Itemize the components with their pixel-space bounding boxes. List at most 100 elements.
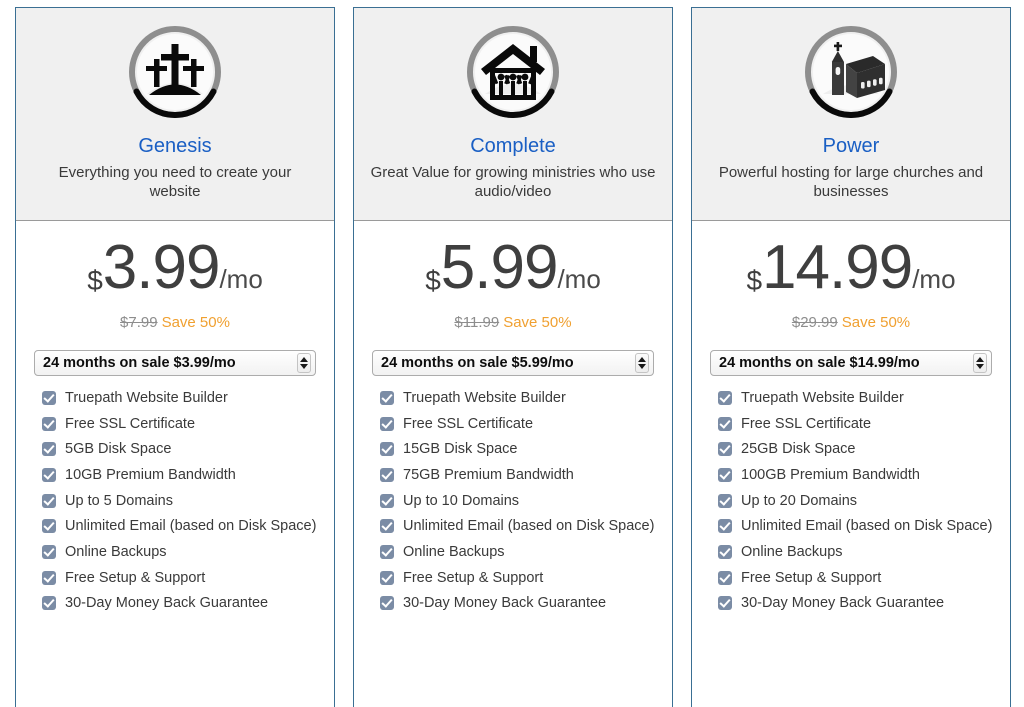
plan-header: Power Powerful hosting for large churches… xyxy=(692,8,1010,221)
select-stepper-icon[interactable] xyxy=(635,353,649,373)
plan-card-genesis: Genesis Everything you need to create you… xyxy=(15,7,335,707)
chevron-up-icon[interactable] xyxy=(638,357,646,362)
checkmark-icon xyxy=(42,493,56,508)
term-select-value: 24 months on sale $3.99/mo xyxy=(43,355,236,371)
price-currency: $ xyxy=(425,265,441,296)
feature-item: 25GB Disk Space xyxy=(718,441,998,458)
checkmark-icon xyxy=(718,596,732,611)
feature-label: Up to 5 Domains xyxy=(65,492,173,509)
checkmark-icon xyxy=(42,519,56,534)
feature-item: Online Backups xyxy=(718,544,998,561)
price-row: $5.99/mo xyxy=(354,237,672,301)
feature-label: Free Setup & Support xyxy=(65,569,206,586)
feature-item: Online Backups xyxy=(42,544,322,561)
feature-label: 10GB Premium Bandwidth xyxy=(65,467,236,484)
chevron-down-icon[interactable] xyxy=(976,364,984,369)
feature-label: 30-Day Money Back Guarantee xyxy=(403,595,607,612)
feature-label: Free Setup & Support xyxy=(741,569,882,586)
chevron-up-icon[interactable] xyxy=(976,357,984,362)
chevron-down-icon[interactable] xyxy=(300,364,308,369)
feature-item: Free SSL Certificate xyxy=(718,416,998,433)
feature-label: Up to 20 Domains xyxy=(741,492,858,509)
checkmark-icon xyxy=(380,391,394,405)
price-period: /mo xyxy=(912,264,956,294)
feature-item: 5GB Disk Space xyxy=(42,441,322,458)
plan-name[interactable]: Complete xyxy=(366,134,660,158)
price-amount: 14.99 xyxy=(762,233,913,302)
price-discount-row: $11.99 Save 50% xyxy=(354,315,672,330)
feature-item: Unlimited Email (based on Disk Space) xyxy=(718,518,998,535)
price-row: $3.99/mo xyxy=(16,237,334,301)
term-select[interactable]: 24 months on sale $3.99/mo xyxy=(34,350,316,376)
price-currency: $ xyxy=(87,265,103,296)
feature-item: Truepath Website Builder xyxy=(718,390,998,407)
feature-list: Truepath Website Builder Free SSL Certifi… xyxy=(692,390,1010,621)
term-select-wrapper: 24 months on sale $3.99/mo xyxy=(16,330,334,376)
feature-label: Online Backups xyxy=(741,544,843,561)
feature-item: 30-Day Money Back Guarantee xyxy=(42,595,322,612)
select-stepper-icon[interactable] xyxy=(297,353,311,373)
checkmark-icon xyxy=(380,468,394,483)
feature-label: 30-Day Money Back Guarantee xyxy=(65,595,269,612)
term-select-value: 24 months on sale $5.99/mo xyxy=(381,355,574,371)
feature-label: 100GB Premium Bandwidth xyxy=(741,467,920,484)
original-price: $11.99 xyxy=(454,314,500,331)
checkmark-icon xyxy=(42,416,56,431)
price-amount: 5.99 xyxy=(440,233,559,302)
price-period: /mo xyxy=(219,264,263,294)
church-building-icon xyxy=(805,26,897,119)
checkmark-icon xyxy=(42,596,56,611)
feature-item: Up to 20 Domains xyxy=(718,493,998,510)
checkmark-icon xyxy=(42,442,56,457)
save-badge: Save 50% xyxy=(841,314,911,331)
save-badge: Save 50% xyxy=(503,314,572,331)
plan-price-block: $14.99/mo $29.99 Save 50% xyxy=(692,221,1010,331)
chevron-up-icon[interactable] xyxy=(300,357,308,362)
select-stepper-icon[interactable] xyxy=(973,353,987,373)
plan-tagline: Everything you need to create your websi… xyxy=(58,164,292,200)
plan-card-power: Power Powerful hosting for large churches… xyxy=(691,7,1011,707)
checkmark-icon xyxy=(718,570,732,585)
chevron-down-icon[interactable] xyxy=(638,364,646,369)
price-row: $14.99/mo xyxy=(692,237,1010,301)
term-select[interactable]: 24 months on sale $5.99/mo xyxy=(372,350,654,376)
checkmark-icon xyxy=(718,442,732,457)
feature-label: Unlimited Email (based on Disk Space) xyxy=(65,518,317,535)
feature-item: 100GB Premium Bandwidth xyxy=(718,467,998,484)
pricing-plans-container: Genesis Everything you need to create you… xyxy=(0,0,1024,707)
price-currency: $ xyxy=(746,265,763,296)
feature-label: Truepath Website Builder xyxy=(403,390,566,406)
feature-label: Unlimited Email (based on Disk Space) xyxy=(741,518,993,535)
feature-label: Unlimited Email (based on Disk Space) xyxy=(403,518,655,535)
feature-item: 30-Day Money Back Guarantee xyxy=(380,595,660,612)
feature-label: Online Backups xyxy=(65,544,167,561)
plan-name[interactable]: Genesis xyxy=(28,134,322,158)
feature-label: 30-Day Money Back Guarantee xyxy=(741,595,945,612)
checkmark-icon xyxy=(380,570,394,585)
checkmark-icon xyxy=(718,493,732,508)
checkmark-icon xyxy=(42,545,56,560)
feature-item: 10GB Premium Bandwidth xyxy=(42,467,322,484)
feature-item: 15GB Disk Space xyxy=(380,441,660,458)
plan-name[interactable]: Power xyxy=(704,134,998,158)
checkmark-icon xyxy=(42,391,56,405)
term-select[interactable]: 24 months on sale $14.99/mo xyxy=(710,350,992,376)
price-discount-row: $7.99 Save 50% xyxy=(16,315,334,330)
plan-card-complete: Complete Great Value for growing ministri… xyxy=(353,7,673,707)
house-with-people-icon xyxy=(467,26,559,119)
checkmark-icon xyxy=(718,468,732,483)
feature-item: Online Backups xyxy=(380,544,660,561)
checkmark-icon xyxy=(380,596,394,611)
checkmark-icon xyxy=(718,545,732,560)
original-price: $7.99 xyxy=(120,314,158,331)
three-crosses-on-hill-icon xyxy=(129,26,221,119)
feature-item: Free Setup & Support xyxy=(42,570,322,587)
price-discount-row: $29.99 Save 50% xyxy=(692,315,1010,330)
feature-label: 25GB Disk Space xyxy=(741,441,856,458)
price-period: /mo xyxy=(557,264,601,294)
feature-label: Free Setup & Support xyxy=(403,569,544,586)
feature-item: Up to 5 Domains xyxy=(42,493,322,510)
feature-label: 15GB Disk Space xyxy=(403,441,518,458)
checkmark-icon xyxy=(718,416,732,431)
checkmark-icon xyxy=(380,416,394,431)
